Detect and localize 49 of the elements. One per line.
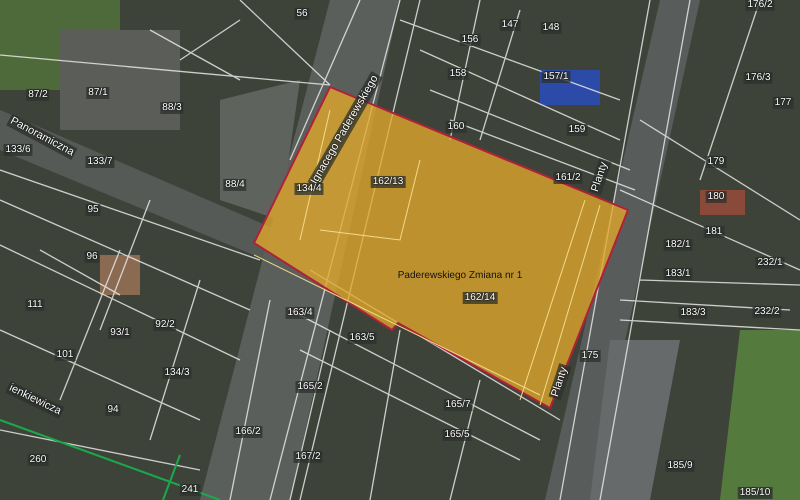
parcel-number: 56 [294,8,310,20]
parcel-number: 181 [704,226,724,238]
parcel-number: 157/1 [541,71,571,83]
parcel-number: 167/2 [293,451,323,463]
parcel-number: 183/1 [663,268,693,280]
parcel-number: 92/2 [153,319,177,331]
parcel-number: 156 [460,34,480,46]
parcel-number: 95 [85,204,101,216]
parcel-number: 179 [706,156,726,168]
parcel-number: 165/5 [442,429,472,441]
parcel-number: 176/3 [743,72,773,84]
parcel-number: 232/1 [755,257,785,269]
parcel-number: 177 [772,97,794,109]
parcel-number: 134/4 [294,183,324,195]
parcel-number: 163/5 [347,332,377,344]
parcel-number: 180 [706,191,726,203]
parcel-number: 161/2 [553,172,583,184]
parcel-number: 94 [105,404,121,416]
parcel-number: 165/7 [443,399,473,411]
parcel-number: 175 [580,350,600,362]
parcel-number: 162/14 [462,292,498,304]
parcel-number: 93/1 [108,327,132,339]
parcel-number: 111 [25,299,45,311]
parcel-number: 88/4 [223,179,247,191]
parcel-number: 147 [500,19,520,31]
parcel-number: 165/2 [295,381,325,393]
parcel-number: 134/3 [162,367,192,379]
parcel-number: 159 [566,124,588,136]
parcel-number: 163/4 [285,307,315,319]
parcel-number: 185/9 [665,460,695,472]
parcel-number: 183/3 [678,307,708,319]
parcel-number: 182/1 [663,239,693,251]
parcel-number: 241 [180,484,200,496]
parcel-number: 166/2 [233,426,263,438]
parcel-number: 232/2 [752,306,782,318]
parcel-number: 148 [540,22,562,34]
parcel-number: 87/2 [26,89,50,101]
parcel-number: 185/10 [738,487,772,499]
parcel-number: 176/2 [745,0,775,11]
parcel-number: 162/13 [370,176,406,188]
parcel-number: 101 [54,349,76,361]
parcel-number: 160 [446,121,466,133]
parcel-number: 133/7 [85,156,115,168]
parcel-number: 158 [448,68,468,80]
parcel-name-label: Paderewskiego Zmiana nr 1 [398,271,522,281]
parcel-number: 260 [28,454,48,466]
parcel-number: 87/1 [86,87,110,99]
parcel-number: 88/3 [160,102,184,114]
parcel-number: 96 [84,251,100,263]
